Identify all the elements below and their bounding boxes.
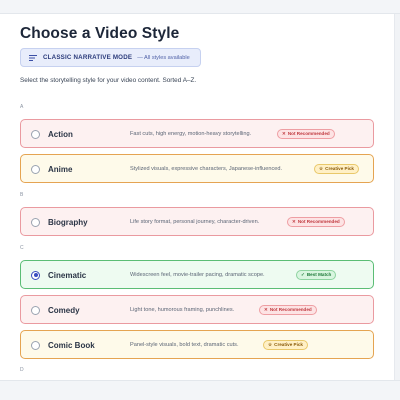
bottom-bar — [0, 380, 400, 400]
badge-label: Best Match — [306, 272, 332, 277]
group-letter-a: A — [20, 104, 24, 110]
style-option-anime[interactable]: Anime Stylized visuals, expressive chara… — [20, 154, 374, 183]
radio-button[interactable] — [31, 217, 40, 227]
group-letter-c: C — [20, 245, 24, 251]
radio-button-selected[interactable] — [31, 270, 40, 280]
group-letter-b: B — [20, 192, 24, 198]
style-option-comedy[interactable]: Comedy Light tone, humorous framing, pun… — [20, 295, 374, 324]
radio-button[interactable] — [31, 164, 40, 174]
badge-label: Not Recommended — [287, 131, 330, 136]
page-title: Choose a Video Style — [20, 25, 180, 42]
badge-label: Not Recommended — [269, 307, 312, 312]
status-badge: ✕ Not Recommended — [287, 216, 345, 227]
top-bar — [0, 0, 400, 14]
style-picker-panel — [0, 14, 394, 380]
instructions-text: Select the storytelling style for your v… — [20, 77, 197, 84]
radio-button[interactable] — [31, 305, 40, 315]
style-description: Fast cuts, high energy, motion-heavy sto… — [130, 130, 252, 137]
radio-button[interactable] — [31, 129, 40, 139]
style-option-action[interactable]: Action Fast cuts, high energy, motion-he… — [20, 119, 374, 148]
style-name: Cinematic — [48, 270, 87, 280]
group-letter-d: D — [20, 367, 24, 373]
x-icon: ✕ — [282, 130, 286, 136]
style-description: Light tone, humorous framing, punchlines… — [130, 306, 235, 313]
style-option-comic-book[interactable]: Comic Book Panel-style visuals, bold tex… — [20, 330, 374, 359]
radio-button[interactable] — [31, 340, 40, 350]
scrollbar[interactable] — [394, 14, 400, 380]
mode-label: CLASSIC NARRATIVE MODE — [43, 54, 133, 61]
style-name: Anime — [48, 164, 73, 174]
style-description: Life story format, personal journey, cha… — [130, 218, 260, 225]
x-icon: ✕ — [292, 218, 296, 224]
x-icon: ✕ — [264, 306, 268, 312]
badge-label: Creative Pick — [274, 342, 303, 347]
mode-subtitle: — All styles available — [137, 54, 190, 61]
style-option-biography[interactable]: Biography Life story format, personal jo… — [20, 207, 374, 236]
style-option-cinematic[interactable]: Cinematic Widescreen feel, movie-trailer… — [20, 260, 374, 289]
status-badge: ✕ Not Recommended — [259, 304, 317, 315]
star-icon: ☆ — [268, 341, 273, 347]
menu-lines-icon — [29, 54, 37, 61]
style-description: Panel-style visuals, bold text, dramatic… — [130, 341, 239, 348]
mode-chip[interactable]: CLASSIC NARRATIVE MODE — All styles avai… — [20, 48, 201, 67]
style-name: Comedy — [48, 305, 80, 315]
status-badge: ☆ Creative Pick — [263, 339, 308, 350]
badge-label: Not Recommended — [297, 219, 340, 224]
style-description: Stylized visuals, expressive characters,… — [130, 165, 283, 172]
style-name: Comic Book — [48, 340, 95, 350]
status-badge: ✓ Best Match — [296, 269, 337, 280]
style-name: Biography — [48, 217, 88, 227]
check-icon: ✓ — [301, 271, 305, 277]
star-icon: ☆ — [319, 165, 324, 171]
style-description: Widescreen feel, movie-trailer pacing, d… — [130, 271, 265, 278]
status-badge: ✕ Not Recommended — [277, 128, 335, 139]
style-name: Action — [48, 129, 73, 139]
badge-label: Creative Pick — [325, 166, 354, 171]
status-badge: ☆ Creative Pick — [314, 163, 359, 174]
